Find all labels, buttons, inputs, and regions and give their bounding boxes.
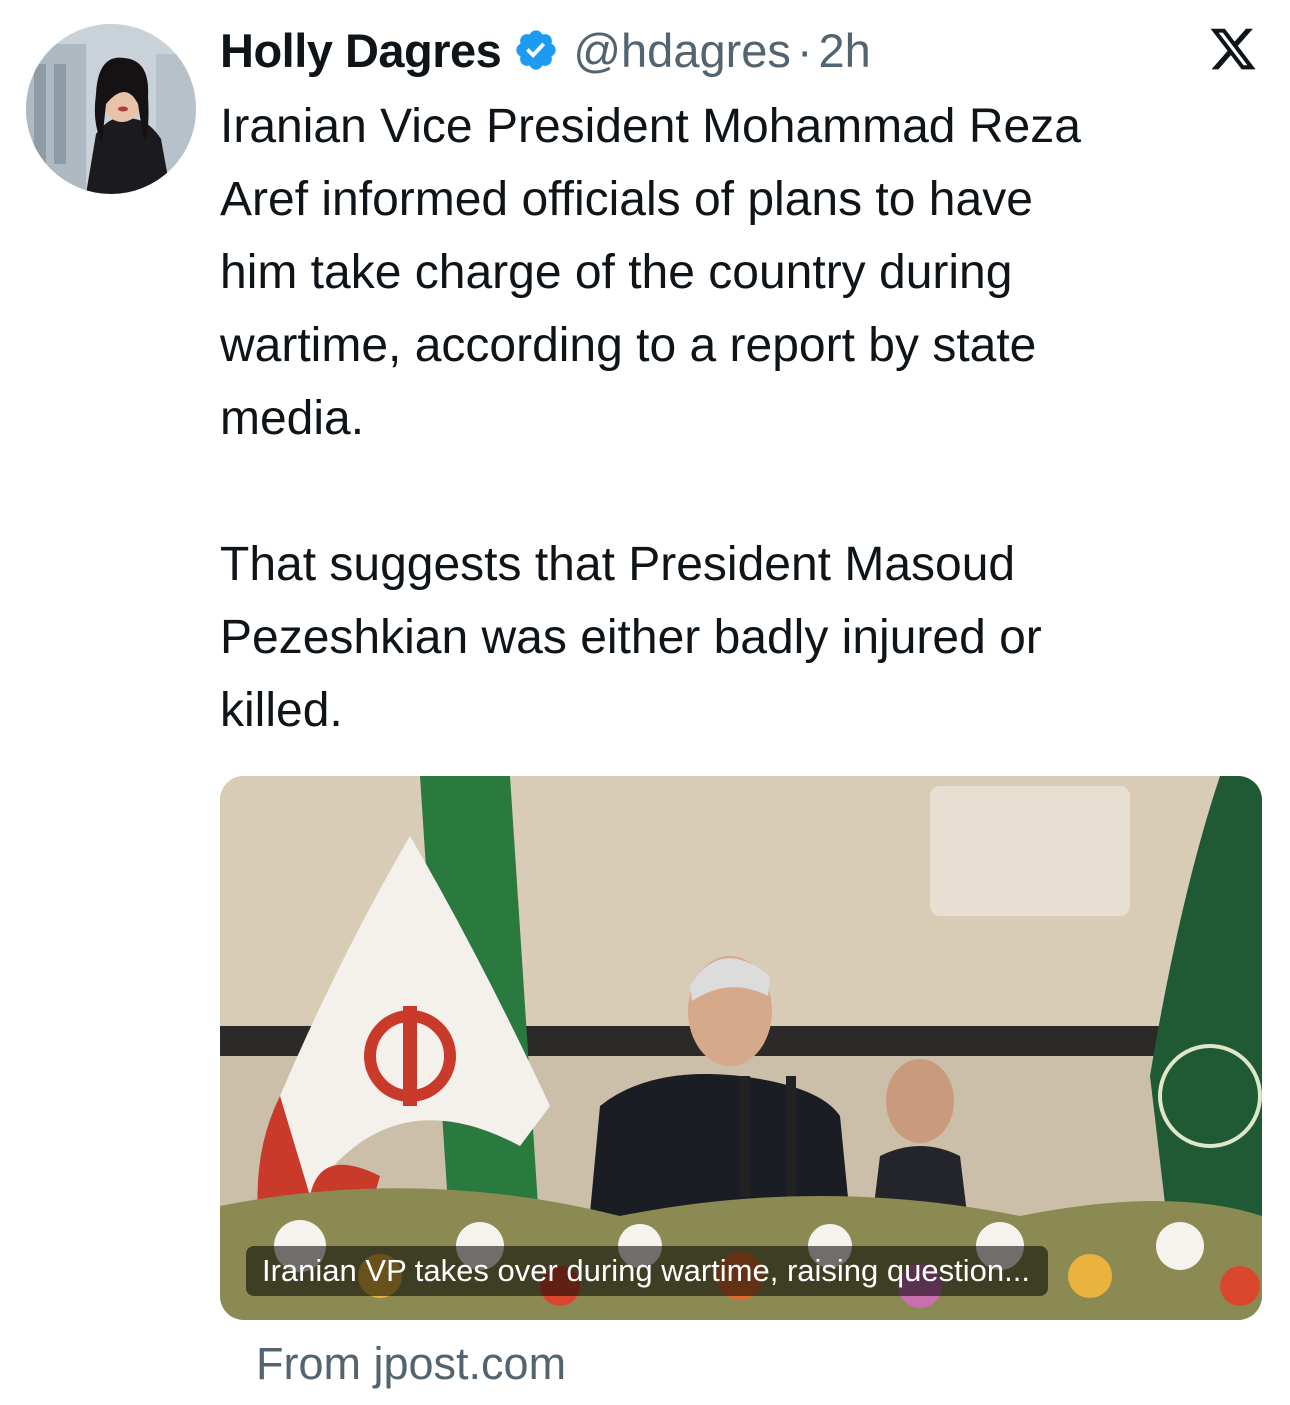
author-handle[interactable]: @hdagres bbox=[573, 23, 791, 78]
card-source[interactable]: From jpost.com bbox=[256, 1338, 566, 1390]
author-avatar[interactable] bbox=[26, 24, 196, 194]
card-caption[interactable]: Iranian VP takes over during wartime, ra… bbox=[246, 1246, 1048, 1296]
tweet-text: Iranian Vice President Mohammad Reza Are… bbox=[220, 100, 1081, 737]
author-name[interactable]: Holly Dagres bbox=[220, 23, 502, 78]
card-image bbox=[220, 776, 1262, 1320]
tweet-timestamp[interactable]: 2h bbox=[819, 23, 871, 78]
separator-dot: · bbox=[796, 23, 813, 77]
verified-badge-icon[interactable] bbox=[513, 27, 559, 73]
x-logo-icon bbox=[1208, 24, 1258, 74]
tweet-header: Holly Dagres @hdagres · 2h bbox=[220, 18, 1260, 82]
link-preview-card[interactable]: Iranian VP takes over during wartime, ra… bbox=[220, 776, 1262, 1320]
